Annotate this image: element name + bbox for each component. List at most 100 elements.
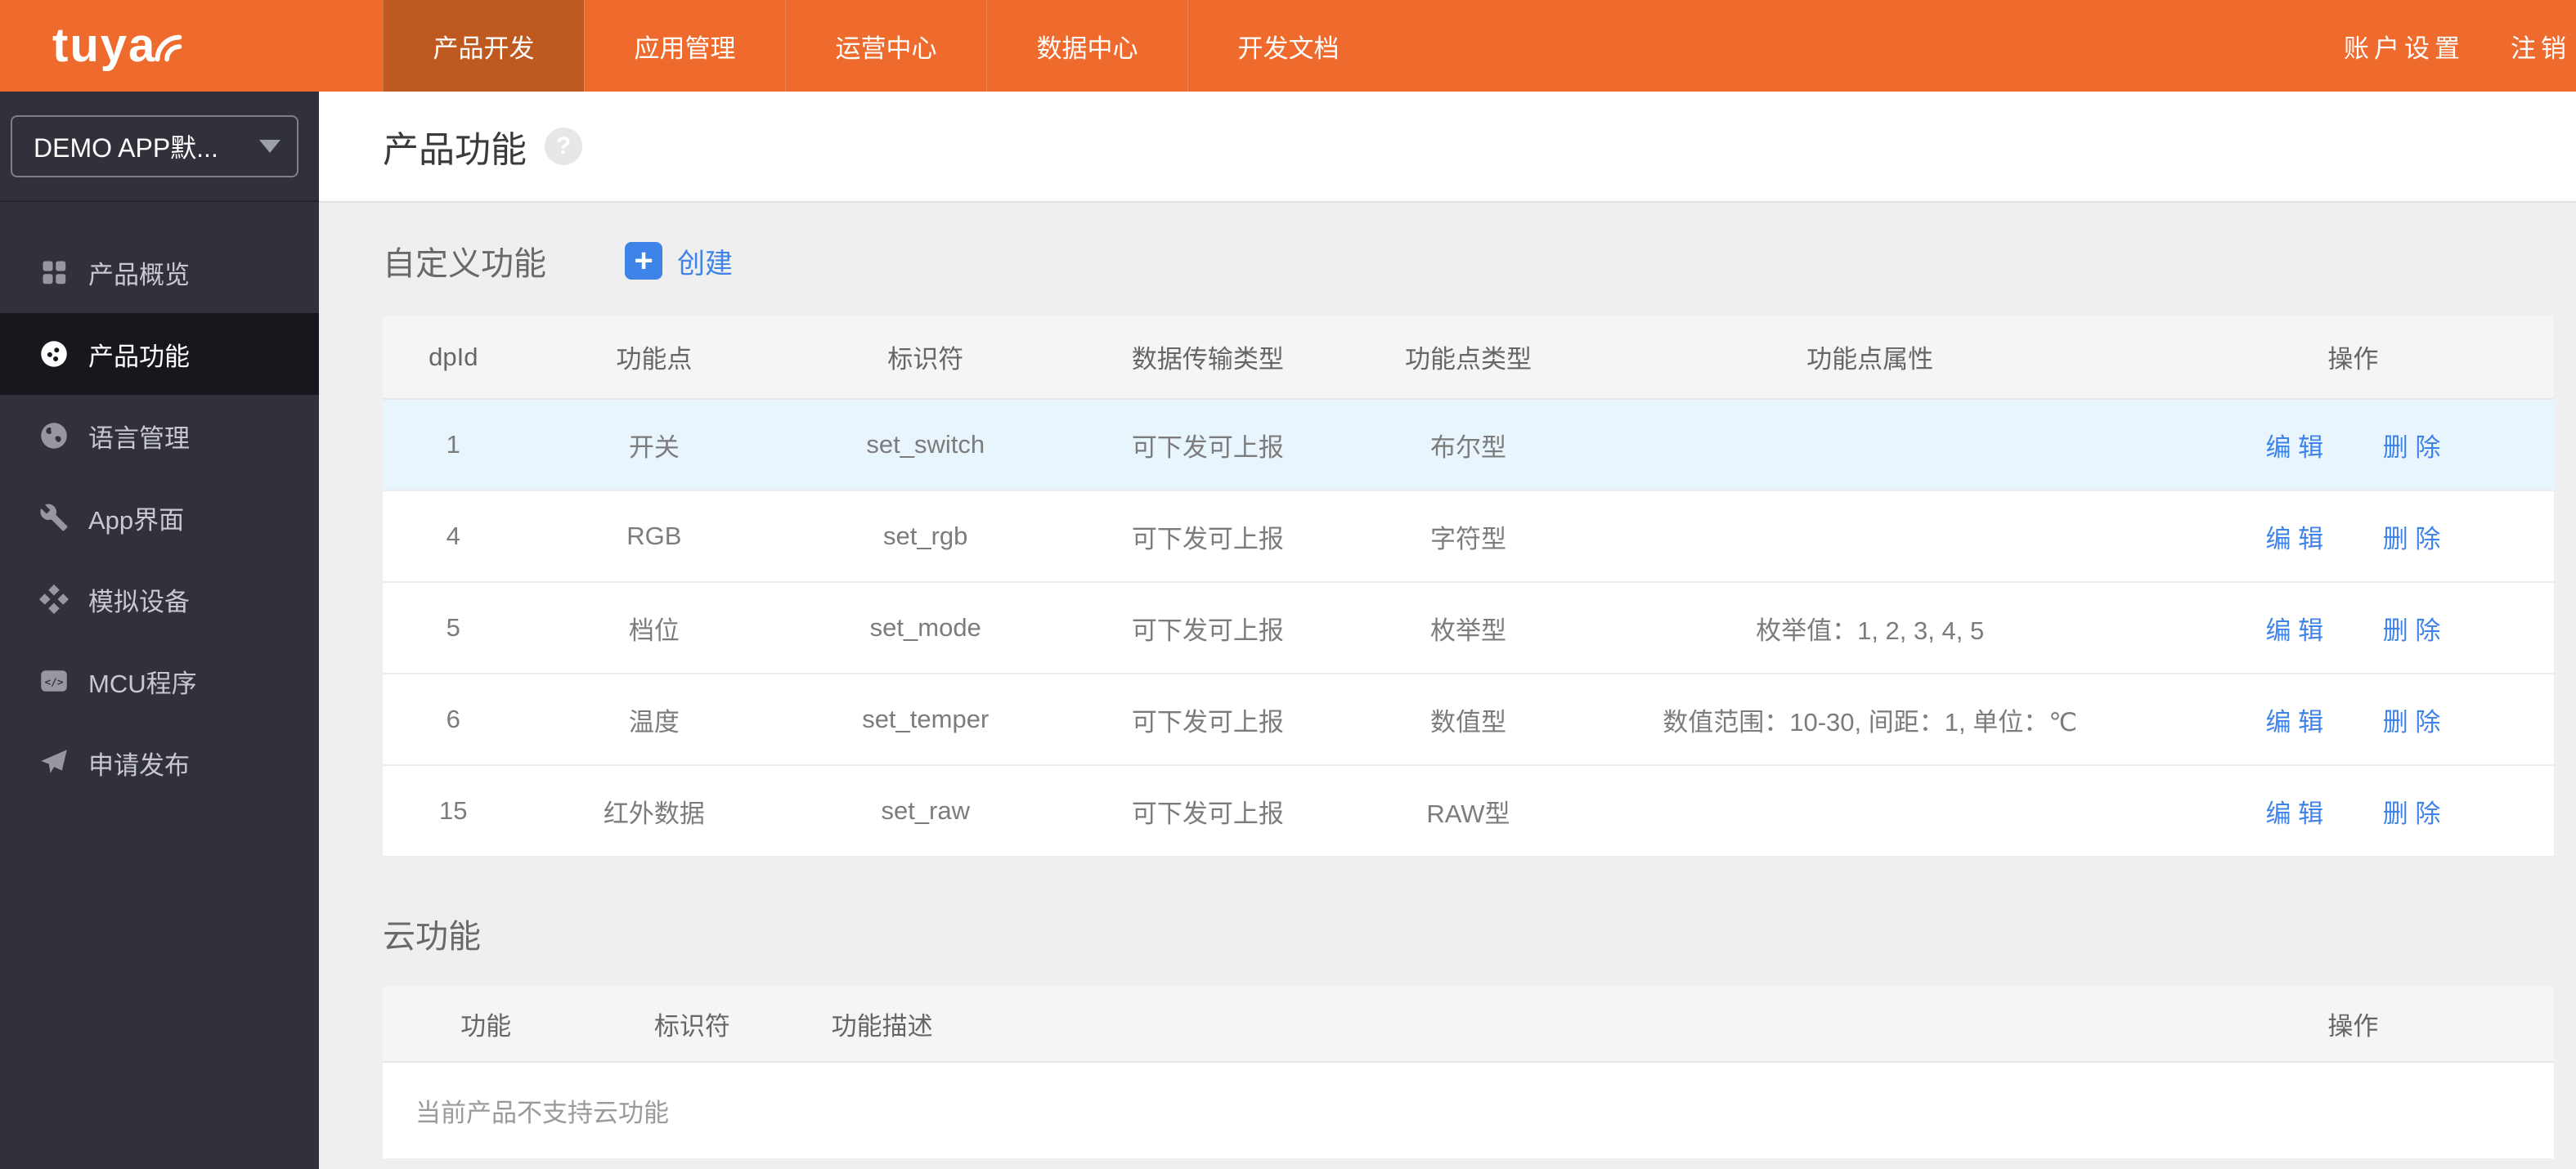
cloud-functions-heading: 云功能 (383, 919, 481, 955)
cell-type: 布尔型 (1349, 399, 1588, 491)
cell-name: RGB (523, 490, 785, 583)
sidebar-item-label: 语言管理 (88, 423, 190, 453)
cell-identifier: set_raw (784, 765, 1067, 858)
cell-dpid: 4 (383, 490, 524, 583)
delete-link[interactable]: 删 除 (2383, 799, 2441, 828)
cell-name: 档位 (523, 582, 785, 674)
edit-link[interactable]: 编 辑 (2265, 708, 2323, 737)
col-identifier: 标识符 (589, 987, 796, 1063)
table-row: 5 档位 set_mode 可下发可上报 枚举型 枚举值：1, 2, 3, 4,… (383, 582, 2554, 674)
create-button[interactable]: + 创建 (625, 241, 733, 281)
col-dpid: dpId (383, 316, 524, 400)
tuya-logo[interactable]: tuya (0, 0, 319, 92)
tab-product-development[interactable]: 产品开发 (383, 0, 584, 92)
topbar-right: 账户设置 注销 (2344, 0, 2576, 92)
cell-dpid: 1 (383, 399, 524, 491)
sidebar-item-label: MCU程序 (88, 669, 197, 698)
main-nav: 产品开发 应用管理 运营中心 数据中心 开发文档 (383, 0, 1389, 92)
topbar: tuya 产品开发 应用管理 运营中心 数据中心 开发文档 账户设置 注销 (0, 0, 2576, 92)
sidebar-item-product-functions[interactable]: 产品功能 (0, 313, 319, 395)
cell-actions: 编 辑 删 除 (2152, 490, 2554, 583)
delete-link[interactable]: 删 除 (2383, 616, 2441, 645)
sidebar-item-apply-release[interactable]: 申请发布 (0, 722, 319, 804)
page-title: 产品功能 (383, 130, 527, 170)
sidebar-item-label: 产品概览 (88, 260, 190, 289)
diamonds-icon (39, 584, 69, 614)
tab-operation-center[interactable]: 运营中心 (785, 0, 986, 92)
project-selector[interactable]: DEMO APP默... (11, 114, 298, 177)
table-row: 4 RGB set_rgb 可下发可上报 字符型 编 辑 删 除 (383, 490, 2554, 583)
sidebar-item-product-overview[interactable]: 产品概览 (0, 231, 319, 313)
sidebar-item-app-ui[interactable]: App界面 (0, 477, 319, 558)
cell-identifier: set_switch (784, 399, 1067, 491)
cell-transfer: 可下发可上报 (1066, 674, 1349, 766)
cell-identifier: set_temper (784, 674, 1067, 766)
sidebar-item-label: 产品功能 (88, 342, 190, 371)
logo-text: tuya (52, 19, 157, 72)
cell-attrs: 数值范围：10-30, 间距：1, 单位：℃ (1587, 674, 2152, 766)
cell-actions: 编 辑 删 除 (2152, 582, 2554, 674)
sidebar-item-label: 模拟设备 (88, 587, 190, 616)
sidebar-item-label: App界面 (88, 505, 185, 535)
table-row: 6 温度 set_temper 可下发可上报 数值型 数值范围：10-30, 间… (383, 674, 2554, 766)
col-identifier: 标识符 (784, 316, 1067, 400)
send-icon (39, 748, 69, 777)
chevron-down-icon (259, 139, 280, 153)
cell-transfer: 可下发可上报 (1066, 765, 1349, 858)
tab-dev-docs[interactable]: 开发文档 (1187, 0, 1389, 92)
sidebar-item-label: 申请发布 (88, 750, 190, 780)
main-content: 产品功能 ? 自定义功能 + 创建 dpId 功能点 标识符 数据传输类型 功能… (319, 92, 2576, 1169)
cell-attrs: 枚举值：1, 2, 3, 4, 5 (1587, 582, 2152, 674)
svg-text:</>: </> (44, 676, 63, 688)
project-selector-value: DEMO APP默... (34, 132, 218, 163)
edit-link[interactable]: 编 辑 (2265, 433, 2323, 462)
col-actions: 操作 (2152, 987, 2554, 1063)
cell-identifier: set_rgb (784, 490, 1067, 583)
cell-type: 字符型 (1349, 490, 1588, 583)
account-settings-link[interactable]: 账户设置 (2344, 28, 2465, 65)
cell-actions: 编 辑 删 除 (2152, 674, 2554, 766)
table-header-row: 功能 标识符 功能描述 操作 (383, 987, 2554, 1063)
cell-dpid: 5 (383, 582, 524, 674)
tab-data-center[interactable]: 数据中心 (986, 0, 1187, 92)
project-selector-section: DEMO APP默... (0, 92, 319, 202)
cell-type: RAW型 (1349, 765, 1588, 858)
datapoint-icon (39, 339, 69, 369)
col-function: 功能 (383, 987, 590, 1063)
cell-name: 温度 (523, 674, 785, 766)
wrench-icon (39, 503, 69, 532)
cell-identifier: set_mode (784, 582, 1067, 674)
sidebar: DEMO APP默... 产品概览 产品功能 语言管理 App界面 模拟设备 <… (0, 92, 319, 1169)
edit-link[interactable]: 编 辑 (2265, 525, 2323, 553)
sidebar-item-language-management[interactable]: 语言管理 (0, 395, 319, 477)
code-icon: </> (39, 666, 69, 696)
sidebar-item-mcu-program[interactable]: </> MCU程序 (0, 640, 319, 722)
delete-link[interactable]: 删 除 (2383, 525, 2441, 553)
page-title-bar: 产品功能 ? (319, 92, 2576, 203)
content-area: 自定义功能 + 创建 dpId 功能点 标识符 数据传输类型 功能点类型 功能点… (319, 203, 2576, 1158)
help-icon[interactable]: ? (545, 128, 582, 165)
delete-link[interactable]: 删 除 (2383, 433, 2441, 462)
plus-icon: + (625, 242, 662, 280)
cell-transfer: 可下发可上报 (1066, 399, 1349, 491)
edit-link[interactable]: 编 辑 (2265, 616, 2323, 645)
cell-transfer: 可下发可上报 (1066, 582, 1349, 674)
col-dp-attrs: 功能点属性 (1587, 316, 2152, 400)
cell-type: 枚举型 (1349, 582, 1588, 674)
cell-attrs (1587, 765, 2152, 858)
table-row: 1 开关 set_switch 可下发可上报 布尔型 编 辑 删 除 (383, 399, 2554, 491)
empty-state-row: 当前产品不支持云功能 (383, 1062, 2554, 1158)
tab-app-management[interactable]: 应用管理 (584, 0, 785, 92)
col-function-point: 功能点 (523, 316, 785, 400)
cell-attrs (1587, 490, 2152, 583)
edit-link[interactable]: 编 辑 (2265, 799, 2323, 828)
delete-link[interactable]: 删 除 (2383, 708, 2441, 737)
sidebar-menu: 产品概览 产品功能 语言管理 App界面 模拟设备 </> MCU程序 申请发布 (0, 202, 319, 804)
col-description: 功能描述 (795, 987, 969, 1063)
grid-icon (39, 258, 69, 287)
sidebar-item-virtual-device[interactable]: 模拟设备 (0, 558, 319, 640)
logout-link[interactable]: 注销 (2511, 28, 2571, 65)
cell-actions: 编 辑 删 除 (2152, 399, 2554, 491)
table-row: 15 红外数据 set_raw 可下发可上报 RAW型 编 辑 删 除 (383, 765, 2554, 858)
table-header-row: dpId 功能点 标识符 数据传输类型 功能点类型 功能点属性 操作 (383, 316, 2554, 400)
